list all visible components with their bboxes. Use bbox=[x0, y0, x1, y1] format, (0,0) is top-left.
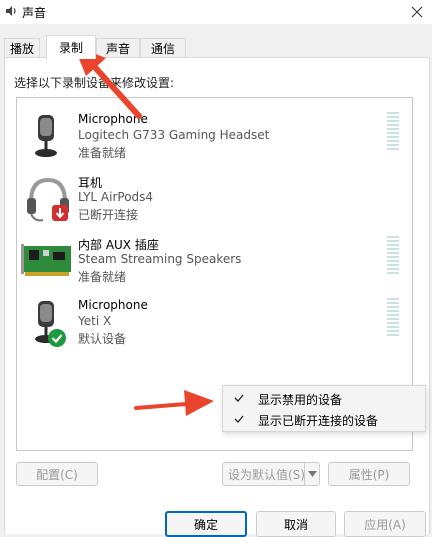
device-description: LYL AirPods4 bbox=[78, 190, 154, 204]
device-description: Steam Streaming Speakers bbox=[78, 252, 242, 266]
tab-playback[interactable]: 播放 bbox=[4, 38, 40, 58]
level-meter bbox=[387, 236, 399, 274]
device-name: 内部 AUX 插座 bbox=[78, 238, 159, 252]
microphone-icon bbox=[21, 112, 75, 168]
device-status: 已断开连接 bbox=[78, 208, 139, 222]
check-icon bbox=[234, 415, 244, 423]
disconnected-badge-icon bbox=[52, 205, 68, 221]
device-name: 耳机 bbox=[78, 176, 103, 190]
microphone-icon bbox=[21, 298, 75, 354]
window-title: 声音 bbox=[22, 6, 47, 20]
context-menu: 显示禁用的设备 显示已断开连接的设备 bbox=[222, 385, 426, 432]
ok-button[interactable]: 确定 bbox=[165, 511, 247, 537]
menu-item-show-disabled[interactable]: 显示禁用的设备 bbox=[223, 388, 425, 410]
title-bar: 声音 bbox=[0, 0, 432, 24]
device-status: 默认设备 bbox=[78, 332, 127, 346]
device-item[interactable]: Microphone Yeti X 默认设备 bbox=[17, 298, 412, 360]
device-status: 准备就绪 bbox=[78, 270, 127, 284]
device-description: Logitech G733 Gaming Headset bbox=[78, 128, 270, 142]
device-description: Yeti X bbox=[78, 314, 112, 328]
tab-strip: 播放 录制 声音 通信 bbox=[4, 35, 430, 59]
apply-button[interactable]: 应用(A) bbox=[344, 511, 426, 537]
device-item[interactable]: Microphone Logitech G733 Gaming Headset … bbox=[17, 112, 412, 174]
close-button[interactable] bbox=[402, 0, 432, 24]
device-status: 准备就绪 bbox=[78, 146, 127, 160]
level-meter bbox=[387, 112, 399, 150]
device-item[interactable]: 内部 AUX 插座 Steam Streaming Speakers 准备就绪 bbox=[17, 236, 412, 298]
sound-card-icon bbox=[21, 236, 75, 292]
device-name: Microphone bbox=[78, 112, 148, 126]
device-name: Microphone bbox=[78, 298, 148, 312]
tab-communications[interactable]: 通信 bbox=[140, 38, 186, 58]
configure-button[interactable]: 配置(C) bbox=[16, 462, 98, 486]
speaker-icon bbox=[4, 4, 18, 18]
level-meter bbox=[387, 298, 399, 336]
cancel-button[interactable]: 取消 bbox=[256, 511, 336, 537]
headset-icon bbox=[21, 174, 75, 230]
instruction-text: 选择以下录制设备来修改设置: bbox=[14, 76, 175, 90]
check-icon bbox=[234, 394, 244, 402]
default-check-badge-icon bbox=[48, 329, 66, 347]
menu-item-label: 显示已断开连接的设备 bbox=[258, 414, 379, 428]
set-default-button[interactable]: 设为默认值(S) bbox=[222, 462, 320, 486]
menu-item-show-disconnected[interactable]: 显示已断开连接的设备 bbox=[223, 409, 425, 431]
close-icon bbox=[411, 6, 423, 18]
tab-sounds[interactable]: 声音 bbox=[96, 38, 140, 58]
device-item[interactable]: 耳机 LYL AirPods4 已断开连接 bbox=[17, 174, 412, 236]
tab-recording[interactable]: 录制 bbox=[46, 35, 96, 59]
set-default-label: 设为默认值(S) bbox=[228, 467, 305, 482]
menu-item-label: 显示禁用的设备 bbox=[258, 393, 343, 407]
properties-button[interactable]: 属性(P) bbox=[328, 462, 410, 486]
chevron-down-icon[interactable] bbox=[304, 463, 319, 485]
